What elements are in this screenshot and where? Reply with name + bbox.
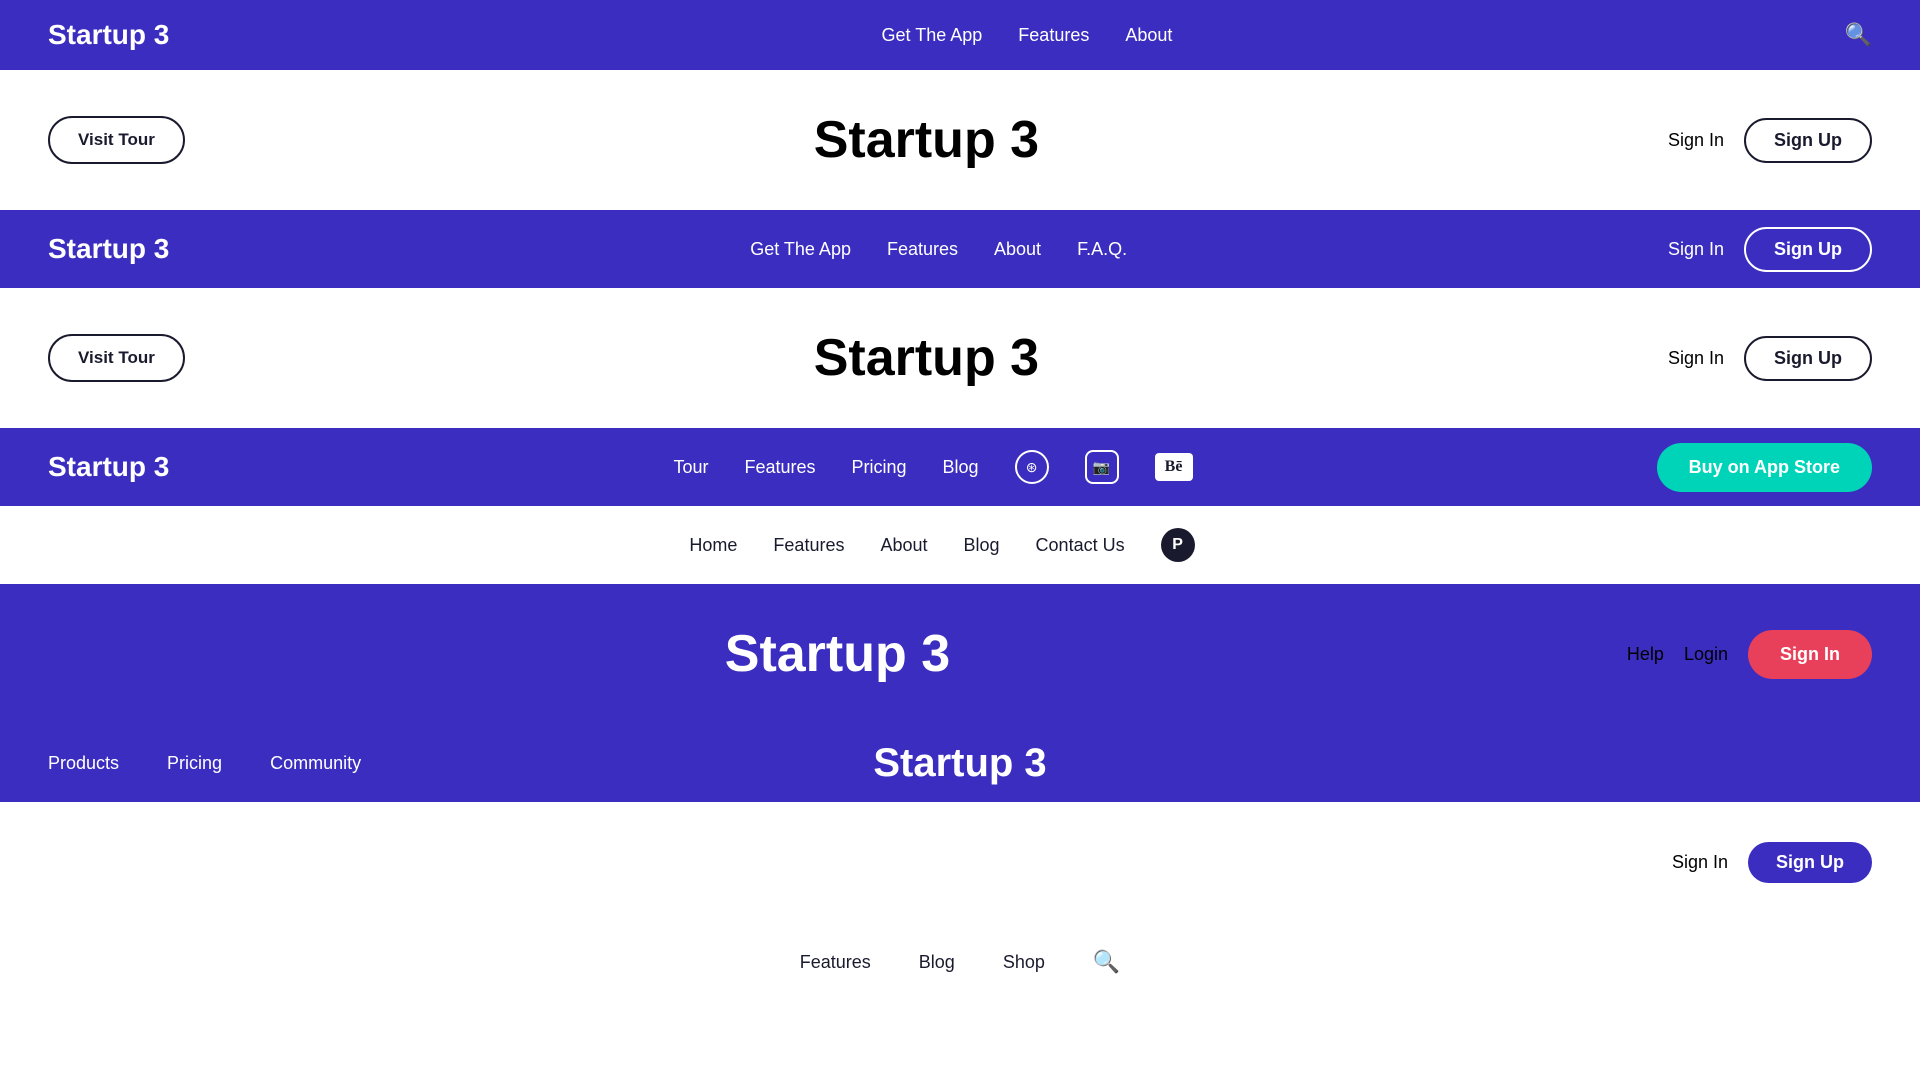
hero-title-4: Startup 3: [48, 624, 1627, 684]
hero-actions-2: Sign In Sign Up: [1668, 336, 1872, 381]
nav-link-tour-3[interactable]: Tour: [673, 457, 708, 477]
nav-links-4: Home Features About Blog Contact Us P: [48, 528, 1872, 562]
brand-1: Startup 3: [48, 19, 169, 51]
nav-link-features-4[interactable]: Features: [773, 535, 844, 555]
signup-button-5[interactable]: Sign Up: [1748, 842, 1872, 883]
hero-section-1: Visit Tour Startup 3 Sign In Sign Up: [0, 70, 1920, 210]
nav-link-community-5[interactable]: Community: [270, 753, 361, 773]
dribbble-icon[interactable]: ⊛: [1015, 450, 1049, 484]
hero-title-2: Startup 3: [185, 328, 1668, 388]
brand-3: Startup 3: [48, 451, 169, 483]
nav-links-1: Get The App Features About: [209, 25, 1844, 46]
nav-link-about-1[interactable]: About: [1125, 25, 1172, 45]
hero-actions-1: Sign In Sign Up: [1668, 118, 1872, 163]
brand-2: Startup 3: [48, 233, 169, 265]
navbar-1: Startup 3 Get The App Features About 🔍: [0, 0, 1920, 70]
hero-actions-4: Help Login Sign In: [1627, 630, 1872, 679]
signin-button-2[interactable]: Sign In: [1668, 239, 1724, 260]
nav-link-pricing-3[interactable]: Pricing: [852, 457, 907, 477]
hero-title-1: Startup 3: [185, 110, 1668, 170]
nav-actions-3: Buy on App Store: [1657, 443, 1872, 492]
nav-link-blog-4[interactable]: Blog: [964, 535, 1000, 555]
signin-button-pink[interactable]: Sign In: [1748, 630, 1872, 679]
nav-links-3: Tour Features Pricing Blog ⊛ 📷 Bē: [209, 450, 1656, 484]
nav-link-shop-6[interactable]: Shop: [1003, 952, 1045, 972]
help-button[interactable]: Help: [1627, 644, 1664, 665]
nav-link-contactus-4[interactable]: Contact Us: [1036, 535, 1125, 555]
hero-section-4: Startup 3 Help Login Sign In: [0, 584, 1920, 724]
nav-link-gettheapp-2[interactable]: Get The App: [750, 239, 851, 259]
nav-link-about-2[interactable]: About: [994, 239, 1041, 259]
nav-link-features-3[interactable]: Features: [744, 457, 815, 477]
hero-title-5: Startup 3: [873, 741, 1046, 786]
hero-section-2: Visit Tour Startup 3 Sign In Sign Up: [0, 288, 1920, 428]
search-icon-1[interactable]: 🔍: [1845, 22, 1872, 48]
nav-link-blog-3[interactable]: Blog: [943, 457, 979, 477]
login-button[interactable]: Login: [1684, 644, 1728, 665]
navbar-6: Features Blog Shop 🔍: [0, 923, 1920, 1001]
instagram-icon[interactable]: 📷: [1085, 450, 1119, 484]
visit-tour-button-1[interactable]: Visit Tour: [48, 116, 185, 164]
behance-icon[interactable]: Bē: [1155, 453, 1193, 481]
nav-link-blog-6[interactable]: Blog: [919, 952, 955, 972]
product-hunt-icon[interactable]: P: [1161, 528, 1195, 562]
nav-link-home-4[interactable]: Home: [689, 535, 737, 555]
hero-actions-5: Sign In Sign Up: [1672, 842, 1872, 883]
nav-link-pricing-5[interactable]: Pricing: [167, 753, 222, 773]
nav-link-features-6[interactable]: Features: [800, 952, 871, 972]
signup-button-2[interactable]: Sign Up: [1744, 227, 1872, 272]
search-icon-6[interactable]: 🔍: [1093, 949, 1120, 974]
hero-section-5: Sign In Sign Up: [0, 802, 1920, 923]
nav-links-2: Get The App Features About F.A.Q.: [209, 239, 1668, 260]
nav-link-gettheapp-1[interactable]: Get The App: [882, 25, 983, 45]
nav-link-about-4[interactable]: About: [880, 535, 927, 555]
nav-actions-2: Sign In Sign Up: [1668, 227, 1872, 272]
nav-link-features-2[interactable]: Features: [887, 239, 958, 259]
signin-button-1[interactable]: Sign In: [1668, 130, 1724, 151]
buy-appstore-button[interactable]: Buy on App Store: [1657, 443, 1872, 492]
signin-button-5[interactable]: Sign In: [1672, 852, 1728, 873]
signin-button-3[interactable]: Sign In: [1668, 348, 1724, 369]
navbar-5: Products Pricing Community Startup 3: [0, 724, 1920, 802]
nav-link-products-5[interactable]: Products: [48, 753, 119, 773]
visit-tour-button-2[interactable]: Visit Tour: [48, 334, 185, 382]
nav-links-6: Features Blog Shop 🔍: [48, 949, 1872, 975]
navbar-2: Startup 3 Get The App Features About F.A…: [0, 210, 1920, 288]
navbar-3: Startup 3 Tour Features Pricing Blog ⊛ 📷…: [0, 428, 1920, 506]
signup-button-1[interactable]: Sign Up: [1744, 118, 1872, 163]
navbar-4: Home Features About Blog Contact Us P: [0, 506, 1920, 584]
nav-link-faq-2[interactable]: F.A.Q.: [1077, 239, 1127, 259]
nav-actions-1: 🔍: [1845, 22, 1872, 48]
nav-link-features-1[interactable]: Features: [1018, 25, 1089, 45]
signup-button-3[interactable]: Sign Up: [1744, 336, 1872, 381]
